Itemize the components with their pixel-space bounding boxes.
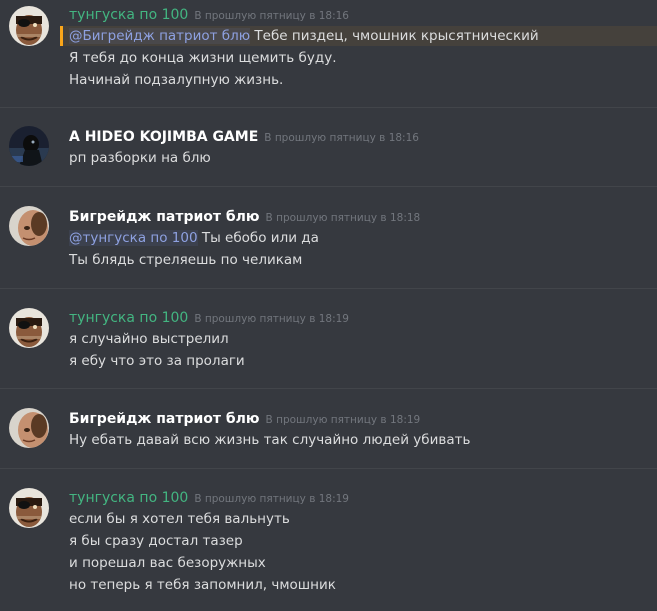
message-text: если бы я хотел тебя вальнуть <box>69 511 290 527</box>
timestamp: В прошлую пятницу в 18:19 <box>194 313 349 325</box>
eyepatch-man-avatar[interactable] <box>9 6 49 46</box>
message-header: Бигрейдж патриот блю В прошлую пятницу в … <box>69 206 420 226</box>
username[interactable]: Бигрейдж патриот блю <box>69 411 260 427</box>
message-text: я ебу что это за пролаги <box>69 353 245 369</box>
eyepatch-man-avatar[interactable] <box>9 488 49 528</box>
username[interactable]: Бигрейдж патриот блю <box>69 209 260 225</box>
face-avatar[interactable] <box>9 408 49 448</box>
user-mention[interactable]: @тунгуска по 100 <box>69 230 198 246</box>
message-text: и порешал вас безоружных <box>69 555 266 571</box>
message-text: но теперь я тебя запомнил, чмошник <box>69 577 336 593</box>
user-mention[interactable]: @Бигрейдж патриот блю <box>69 28 251 44</box>
timestamp: В прошлую пятницу в 18:19 <box>265 414 421 426</box>
username[interactable]: тунгуска по 100 <box>69 310 188 326</box>
message-text: я бы сразу достал тазер <box>69 533 243 549</box>
message-text: Ну ебать давай всю жизнь так случайно лю… <box>69 432 471 448</box>
message-divider <box>0 388 657 389</box>
message-text: Я тебя до конца жизни щемить буду. <box>69 50 337 66</box>
message-text: я случайно выстрелил <box>69 331 229 347</box>
eyepatch-man-avatar[interactable] <box>9 308 49 348</box>
message-header: тунгуска по 100 В прошлую пятницу в 18:16 <box>69 4 349 24</box>
chat-message-list: тунгуска по 100 В прошлую пятницу в 18:16… <box>0 0 657 611</box>
message-divider <box>0 107 657 108</box>
username[interactable]: тунгуска по 100 <box>69 490 188 506</box>
message-header: тунгуска по 100 В прошлую пятницу в 18:19 <box>69 487 349 507</box>
message-header: A HIDEO KOJIMBA GAME В прошлую пятницу в … <box>69 126 419 146</box>
message-text: @Бигрейдж патриот блю Тебе пиздец, чмошн… <box>69 28 539 44</box>
timestamp: В прошлую пятницу в 18:16 <box>264 132 419 144</box>
face-avatar[interactable] <box>9 206 49 246</box>
dark-figure-avatar[interactable] <box>9 126 49 166</box>
message-text: Ты блядь стреляешь по челикам <box>69 252 303 268</box>
message-text: Начинай подзалупную жизнь. <box>69 72 284 88</box>
timestamp: В прошлую пятницу в 18:19 <box>194 493 349 505</box>
timestamp: В прошлую пятницу в 18:16 <box>194 10 349 22</box>
message-text: рп разборки на блю <box>69 150 211 166</box>
message-divider <box>0 468 657 469</box>
message-text: @тунгуска по 100 Ты ебобо или да <box>69 230 319 246</box>
timestamp: В прошлую пятницу в 18:18 <box>265 212 421 224</box>
message-header: тунгуска по 100 В прошлую пятницу в 18:19 <box>69 307 349 327</box>
username[interactable]: тунгуска по 100 <box>69 7 188 23</box>
message-header: Бигрейдж патриот блю В прошлую пятницу в … <box>69 408 420 428</box>
message-divider <box>0 288 657 289</box>
username[interactable]: A HIDEO KOJIMBA GAME <box>69 129 258 145</box>
message-divider <box>0 186 657 187</box>
